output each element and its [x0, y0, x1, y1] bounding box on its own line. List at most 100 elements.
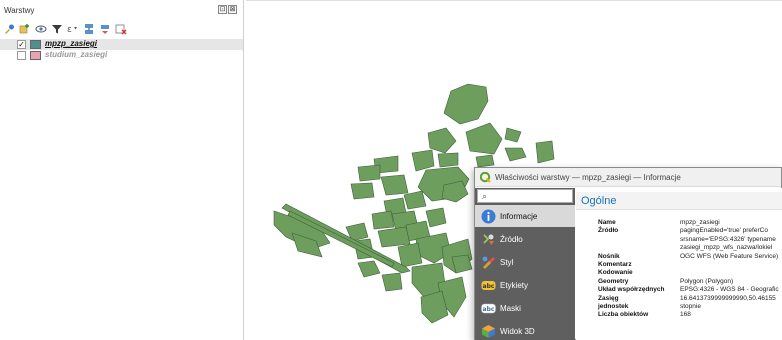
layer-symbol-swatch: [30, 51, 41, 60]
nav-item-label: Informacje: [500, 211, 538, 221]
labels-icon: abc: [481, 278, 496, 293]
map-polygon[interactable]: [371, 210, 395, 230]
info-value[interactable]: srsname='EPSG:4326' typename: [680, 236, 776, 243]
info-key: Układ współrzędnych: [598, 286, 665, 294]
info-value[interactable]: zasiegi_mpzp_wfs_nazwa/lokiel: [680, 244, 772, 251]
info-row: Name mpzp_zasiegi: [598, 219, 782, 227]
info-row: Kodowanie: [598, 269, 782, 277]
nav-item-maski[interactable]: abc Maski: [475, 297, 575, 319]
remove-layer-icon[interactable]: [115, 23, 127, 35]
map-polygon[interactable]: [504, 147, 527, 162]
nav-item-label: Widok 3D: [500, 326, 535, 336]
nav-item-informacje[interactable]: Informacje: [475, 205, 575, 227]
info-row: Układ współrzędnych EPSG:4326 - WGS 84 - …: [598, 286, 782, 294]
search-icon: ⌕: [482, 191, 488, 201]
layers-toolbar: ε: [3, 21, 127, 37]
masks-icon-badge: abc: [483, 306, 495, 313]
info-key: Geometry: [598, 277, 629, 285]
nav-item-styl[interactable]: Styl: [475, 251, 575, 273]
dialog-titlebar[interactable]: Właściwości warstwy — mpzp_zasiegi — Inf…: [475, 168, 781, 187]
info-key: Liczba obiektów: [598, 311, 649, 319]
map-polygon[interactable]: [397, 242, 423, 268]
info-row: srsname='EPSG:4326' typename: [598, 236, 782, 244]
map-polygon[interactable]: [350, 182, 375, 200]
layer-symbol-swatch: [30, 40, 41, 49]
filter-by-expression-icon[interactable]: ε: [67, 23, 79, 35]
info-value[interactable]: 168: [680, 311, 691, 318]
collapse-all-icon[interactable]: [99, 23, 111, 35]
masks-icon: abc: [481, 301, 496, 316]
layer-properties-dialog: Właściwości warstwy — mpzp_zasiegi — Inf…: [474, 167, 782, 340]
info-key: Kodowanie: [598, 269, 633, 277]
info-table: Name mpzp_zasiegi Źródło pagingEnabled='tru…: [598, 219, 782, 320]
information-content: Ogólne Name mpzp_zasiegi Źródło pagingEnabl…: [576, 188, 782, 340]
style-icon: [481, 255, 496, 270]
layer-name[interactable]: mpzp_zasiegi: [45, 39, 97, 48]
layer-row-studium-zasiegi[interactable]: studium_zasiegi: [0, 50, 243, 61]
source-icon: [481, 232, 496, 247]
info-value[interactable]: mpzp_zasiegi: [680, 219, 720, 226]
map-polygon[interactable]: [357, 260, 381, 278]
info-row: Źródło pagingEnabled='true' preferCo: [598, 227, 782, 235]
nav-item-label: Maski: [500, 303, 521, 313]
nav-item-label: Etykiety: [500, 280, 529, 290]
map-polygon[interactable]: [475, 154, 495, 168]
info-key: jednostek: [598, 302, 629, 310]
info-row: jednostek stopnie: [598, 303, 782, 311]
info-value[interactable]: stopnie: [680, 303, 701, 310]
info-row: zasiegi_mpzp_wfs_nazwa/lokiel: [598, 244, 782, 252]
info-key: Komentarz: [598, 260, 632, 268]
manage-map-themes-icon[interactable]: [35, 23, 47, 35]
map-polygon[interactable]: [437, 152, 459, 168]
dialog-title: Właściwości warstwy — mpzp_zasiegi — Inf…: [495, 173, 681, 182]
map-polygon[interactable]: [380, 174, 409, 196]
map-polygon[interactable]: [443, 83, 489, 125]
info-value[interactable]: 16.6413739999999990,50.46155: [680, 295, 776, 302]
nav-item-etykiety[interactable]: abc Etykiety: [475, 274, 575, 296]
layers-panel: Warstwy ⊡ ⊠ ε ✓ mpzp_zasiegi studium_zas…: [0, 0, 244, 340]
info-row: Nośnik OGC WFS (Web Feature Service): [598, 253, 782, 261]
layers-panel-title: Warstwy: [4, 6, 35, 15]
map-polygon[interactable]: [427, 127, 457, 154]
layer-visibility-checkbox[interactable]: ✓: [17, 40, 26, 49]
qgis-app-icon: [479, 171, 491, 183]
map-polygon[interactable]: [381, 272, 403, 292]
open-layer-styling-icon[interactable]: [3, 23, 15, 35]
nav-search-input[interactable]: ⌕: [477, 189, 573, 203]
info-key: Nośnik: [598, 252, 620, 260]
nav-item-zrodlo[interactable]: Źródło: [475, 228, 575, 250]
layer-name[interactable]: studium_zasiegi: [45, 50, 107, 59]
nav-item-label: Styl: [500, 257, 514, 267]
map-polygon[interactable]: [403, 190, 427, 210]
map-polygon[interactable]: [465, 122, 503, 155]
section-title: Ogólne: [581, 195, 617, 207]
map-polygon[interactable]: [504, 127, 522, 143]
info-value[interactable]: OGC WFS (Web Feature Service): [680, 253, 778, 260]
map-polygon[interactable]: [377, 226, 411, 248]
labels-icon-badge: abc: [483, 283, 495, 290]
float-panel-button[interactable]: ⊡: [218, 5, 227, 14]
panel-controls: ⊡ ⊠: [218, 5, 237, 14]
info-value[interactable]: EPSG:4326 - WGS 84 - Geografic: [680, 286, 779, 293]
add-group-icon[interactable]: [19, 23, 31, 35]
info-row: Zasięg 16.6413739999999990,50.46155: [598, 295, 782, 303]
filter-legend-icon[interactable]: [51, 23, 63, 35]
3d-view-icon: [481, 324, 496, 339]
info-value[interactable]: pagingEnabled='true' preferCo: [680, 227, 768, 234]
layer-row-mpzp-zasiegi[interactable]: ✓ mpzp_zasiegi: [0, 39, 243, 50]
map-polygon[interactable]: [535, 140, 555, 164]
map-polygon[interactable]: [425, 207, 447, 228]
nav-item-label: Źródło: [500, 234, 523, 244]
map-polygon[interactable]: [411, 149, 435, 172]
info-key: Źródło: [598, 227, 619, 235]
map-polygon[interactable]: [357, 164, 381, 182]
dialog-navigation: ⌕ Informacje Źródło Styl abc Etykiety ab…: [475, 188, 575, 340]
layer-tree: ✓ mpzp_zasiegi studium_zasiegi: [0, 39, 243, 61]
close-panel-button[interactable]: ⊠: [228, 5, 237, 14]
info-value[interactable]: Polygon (Polygon): [680, 278, 733, 285]
info-key: Name: [598, 219, 616, 226]
expand-all-icon[interactable]: [83, 23, 95, 35]
info-key: Zasięg: [598, 294, 619, 302]
nav-item-widok-3d[interactable]: Widok 3D: [475, 320, 575, 340]
layer-visibility-checkbox[interactable]: [17, 51, 26, 60]
